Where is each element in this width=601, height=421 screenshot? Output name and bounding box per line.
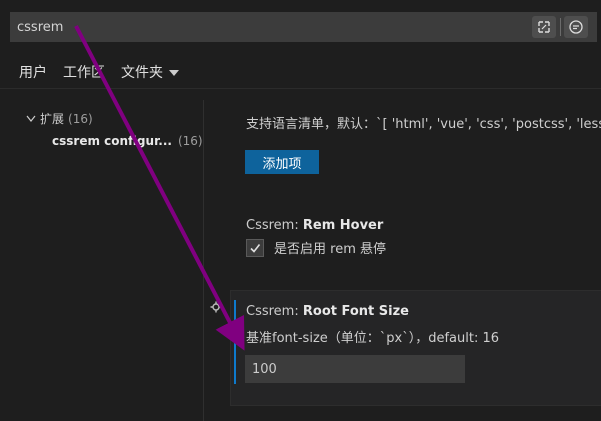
panel-divider (203, 100, 204, 421)
setting-category: Cssrem: (246, 304, 299, 319)
setting-category: Cssrem: (246, 218, 299, 233)
rem-hover-checkbox-row: 是否启用 rem 悬停 (246, 238, 386, 257)
tree-item-count: (16) (68, 111, 93, 126)
setting-title: Cssrem: Rem Hover (246, 218, 383, 233)
root-font-size-input[interactable]: 100 (245, 355, 465, 383)
gear-icon[interactable] (210, 301, 222, 317)
rem-hover-checkbox[interactable] (246, 238, 264, 257)
settings-search-bar[interactable]: cssrem (10, 12, 597, 42)
tree-item-extensions[interactable]: 扩展 (16) (26, 110, 93, 127)
settings-scope-tabs: 用户 工作区 文件夹 (19, 62, 195, 82)
tree-item-cssrem-configuration[interactable]: cssrem configur... (16) (52, 134, 203, 148)
tabs-divider (0, 88, 601, 89)
tab-user[interactable]: 用户 (19, 62, 47, 82)
chevron-down-icon (26, 112, 36, 126)
tab-workspace[interactable]: 工作区 (63, 62, 105, 82)
setting-name: Rem Hover (302, 218, 384, 233)
checkbox-label: 是否启用 rem 悬停 (274, 242, 386, 257)
setting-description: 基准font-size（单位：`px`），default: 16 (246, 331, 500, 346)
setting-title: Cssrem: Root Font Size (246, 304, 409, 319)
filter-icon[interactable] (532, 16, 556, 38)
tree-item-count: (16) (177, 134, 203, 148)
check-icon (250, 243, 261, 253)
setting-description: 支持语言清单，默认：`[ 'html', 'vue', 'css', 'post… (246, 117, 601, 132)
feedback-icon[interactable] (564, 16, 588, 38)
focus-indicator (234, 300, 236, 384)
toolbar-separator (560, 18, 561, 36)
search-input[interactable]: cssrem (17, 20, 63, 35)
tab-folder-label: 文件夹 (121, 65, 163, 81)
tab-folder[interactable]: 文件夹 (121, 62, 179, 82)
add-item-button[interactable]: 添加项 (245, 150, 319, 174)
setting-name: Root Font Size (302, 304, 409, 319)
tree-item-label: cssrem configur... (52, 134, 172, 148)
tree-item-label: 扩展 (40, 112, 65, 126)
chevron-down-icon (169, 64, 179, 80)
